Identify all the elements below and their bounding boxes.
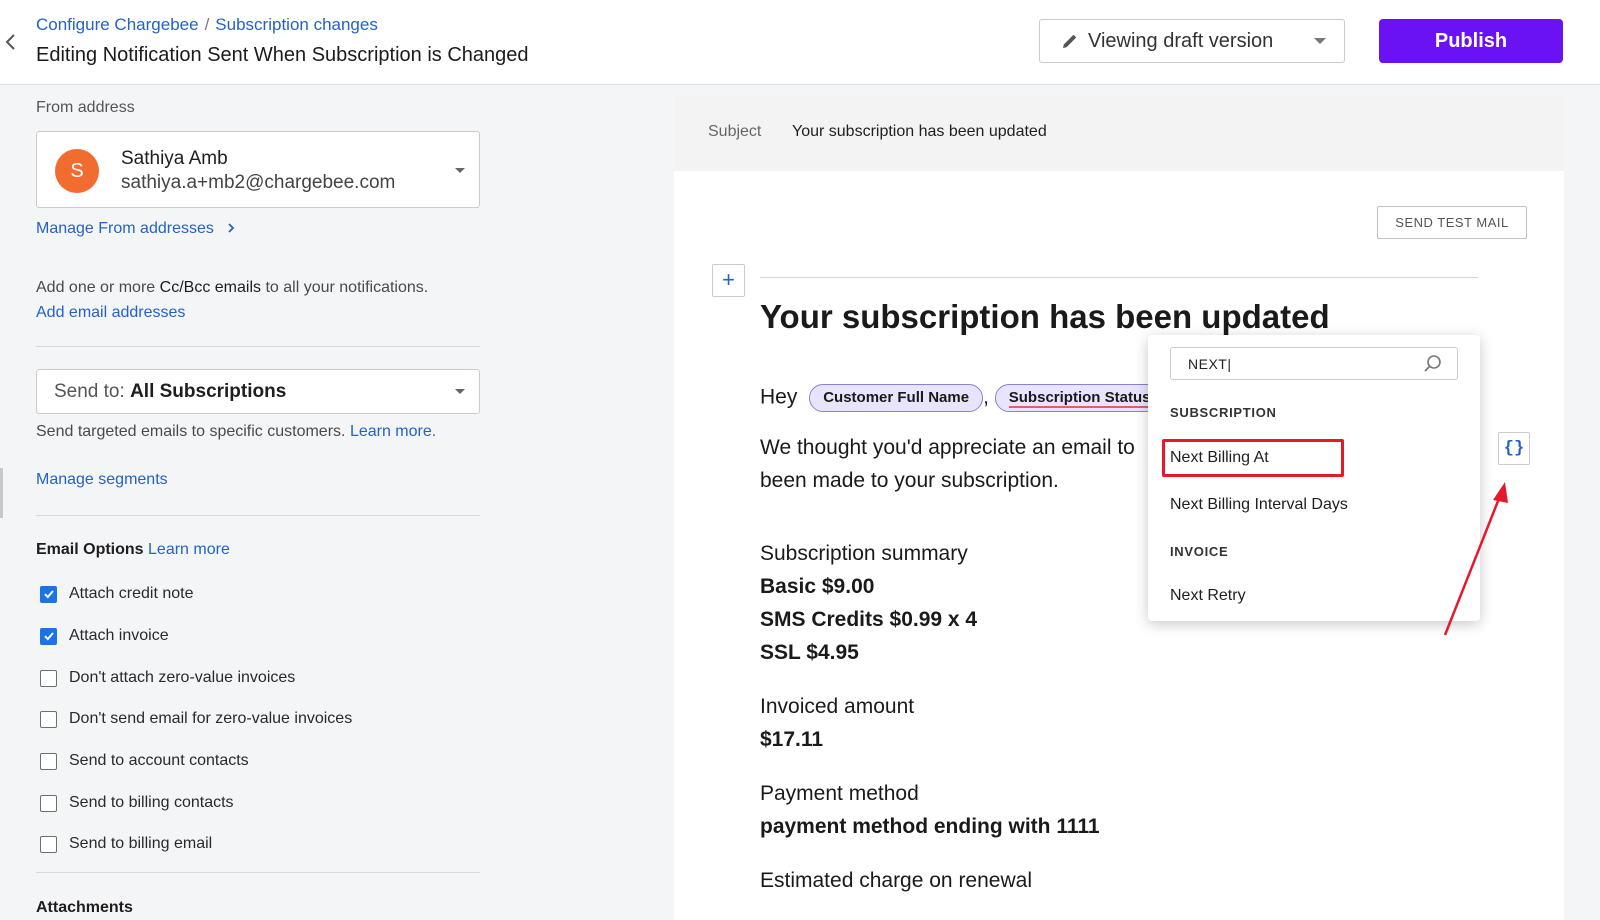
from-address-label: From address xyxy=(36,99,135,117)
popup-group-title: INVOICE xyxy=(1170,544,1228,559)
manage-segments-link[interactable]: Manage segments xyxy=(36,471,168,489)
back-chevron-icon[interactable] xyxy=(4,32,16,52)
breadcrumb: Configure Chargebee / Subscription changes xyxy=(36,15,378,35)
email-option-row[interactable]: Attach credit note xyxy=(40,585,194,603)
manage-from-addresses-label: Manage From addresses xyxy=(36,220,214,237)
checkbox-icon[interactable] xyxy=(40,795,57,812)
targeted-emails-text: Send targeted emails to specific custome… xyxy=(36,423,436,441)
targeted-text: Send targeted emails to specific custome… xyxy=(36,423,345,440)
email-heading[interactable]: Your subscription has been updated xyxy=(760,298,1330,336)
from-address-dropdown[interactable]: S Sathiya Amb sathiya.a+mb2@chargebee.co… xyxy=(36,131,480,208)
add-block-button[interactable]: + xyxy=(712,264,745,297)
chip-label: Customer Full Name xyxy=(823,389,969,406)
email-option-row[interactable]: Don't attach zero-value invoices xyxy=(40,669,295,687)
insert-variable-button[interactable]: {} xyxy=(1498,432,1530,465)
email-option-row[interactable]: Send to billing contacts xyxy=(40,794,234,812)
payment-value[interactable]: payment method ending with 1111 xyxy=(760,815,1100,839)
email-option-row[interactable]: Attach invoice xyxy=(40,627,169,645)
search-icon xyxy=(1422,353,1444,375)
subject-value[interactable]: Your subscription has been updated xyxy=(792,123,1047,141)
cc-text-after: to all your notifications. xyxy=(265,279,428,296)
email-option-row[interactable]: Send to billing email xyxy=(40,835,212,853)
popup-item-next-billing-interval-days[interactable]: Next Billing Interval Days xyxy=(1170,496,1348,514)
paragraph-line-1: We thought you'd appreciate an email to xyxy=(760,431,1160,464)
greeting-line[interactable]: Hey Customer Full Name, Subscription Sta… xyxy=(760,384,1164,412)
estimated-title[interactable]: Estimated charge on renewal xyxy=(760,869,1032,893)
divider xyxy=(36,346,480,347)
email-option-label: Send to account contacts xyxy=(69,752,249,770)
email-paragraph[interactable]: We thought you'd appreciate an email to … xyxy=(760,431,1160,497)
email-divider xyxy=(760,277,1478,278)
chip-label: Subscription Status xyxy=(1009,389,1151,408)
email-option-label: Attach invoice xyxy=(69,627,169,645)
panel-scroll-indicator[interactable] xyxy=(0,468,3,518)
email-option-label: Send to billing email xyxy=(69,835,212,853)
manage-from-addresses-link[interactable]: Manage From addresses xyxy=(36,220,236,238)
email-options-heading: Email Options xyxy=(36,541,144,558)
checkbox-icon[interactable] xyxy=(40,711,57,728)
version-label: Viewing draft version xyxy=(1088,30,1273,53)
from-email: sathiya.a+mb2@chargebee.com xyxy=(121,172,395,194)
publish-button[interactable]: Publish xyxy=(1379,19,1563,63)
version-dropdown[interactable]: Viewing draft version xyxy=(1039,19,1345,63)
checkbox-checked-icon[interactable] xyxy=(40,586,57,603)
subject-label: Subject xyxy=(708,123,761,141)
avatar: S xyxy=(55,149,99,193)
payment-title[interactable]: Payment method xyxy=(760,782,919,806)
summary-item[interactable]: Basic $9.00 xyxy=(760,575,874,599)
summary-item[interactable]: SMS Credits $0.99 x 4 xyxy=(760,608,977,632)
popup-item-next-retry[interactable]: Next Retry xyxy=(1170,587,1246,605)
subject-bar: Subject Your subscription has been updat… xyxy=(674,95,1564,171)
invoiced-value[interactable]: $17.11 xyxy=(760,728,823,752)
summary-title[interactable]: Subscription summary xyxy=(760,542,968,566)
pencil-icon xyxy=(1060,31,1080,51)
breadcrumb-subscription-changes[interactable]: Subscription changes xyxy=(215,15,378,34)
greeting-separator: , xyxy=(983,386,989,409)
greeting-text: Hey xyxy=(760,386,797,409)
breadcrumb-configure-chargebee[interactable]: Configure Chargebee xyxy=(36,15,199,34)
email-option-label: Send to billing contacts xyxy=(69,794,234,812)
chevron-right-icon xyxy=(226,222,236,234)
divider xyxy=(36,515,480,516)
invoiced-title[interactable]: Invoiced amount xyxy=(760,695,914,719)
send-to-prefix: Send to: xyxy=(54,381,125,402)
email-options-title: Email Options Learn more xyxy=(36,541,230,559)
variable-picker-popup: SUBSCRIPTION Next Billing At Next Billin… xyxy=(1148,335,1480,621)
cc-bcc-text: Add one or more Cc/Bcc emails to all you… xyxy=(36,279,428,297)
breadcrumb-separator: / xyxy=(205,15,210,34)
checkbox-icon[interactable] xyxy=(40,753,57,770)
checkbox-icon[interactable] xyxy=(40,836,57,853)
top-header: Configure Chargebee / Subscription changes… xyxy=(0,0,1600,85)
variable-search-input[interactable] xyxy=(1170,347,1458,380)
email-option-label: Don't send email for zero-value invoices xyxy=(69,710,352,728)
cc-text-strong: Cc/Bcc emails xyxy=(160,279,261,296)
email-option-label: Attach credit note xyxy=(69,585,194,603)
checkbox-checked-icon[interactable] xyxy=(40,628,57,645)
email-options-learn-more-link[interactable]: Learn more xyxy=(148,541,230,558)
placeholder-chip-customer-full-name[interactable]: Customer Full Name xyxy=(809,384,983,412)
from-name: Sathiya Amb xyxy=(121,148,228,170)
annotation-highlight-box xyxy=(1162,439,1344,477)
learn-more-link[interactable]: Learn more. xyxy=(350,423,436,440)
popup-group-title: SUBSCRIPTION xyxy=(1170,405,1277,420)
placeholder-chip-subscription-status[interactable]: Subscription Status xyxy=(995,384,1165,412)
checkbox-icon[interactable] xyxy=(40,670,57,687)
divider xyxy=(36,872,480,873)
cc-text-before: Add one or more xyxy=(36,279,155,296)
send-test-mail-button[interactable]: SEND TEST MAIL xyxy=(1377,206,1527,239)
attachments-title: Attachments xyxy=(36,899,133,917)
add-email-addresses-link[interactable]: Add email addresses xyxy=(36,304,185,322)
email-option-row[interactable]: Don't send email for zero-value invoices xyxy=(40,710,352,728)
paragraph-line-2: been made to your subscription. xyxy=(760,464,1160,497)
chevron-down-icon xyxy=(1314,38,1326,44)
email-option-row[interactable]: Send to account contacts xyxy=(40,752,249,770)
email-option-label: Don't attach zero-value invoices xyxy=(69,669,295,687)
send-to-value: All Subscriptions xyxy=(130,381,286,402)
chevron-down-icon xyxy=(455,389,465,394)
page-title: Editing Notification Sent When Subscript… xyxy=(36,44,529,67)
send-to-dropdown[interactable]: Send to: All Subscriptions xyxy=(36,369,480,414)
chevron-down-icon xyxy=(455,168,465,173)
summary-item[interactable]: SSL $4.95 xyxy=(760,641,859,665)
